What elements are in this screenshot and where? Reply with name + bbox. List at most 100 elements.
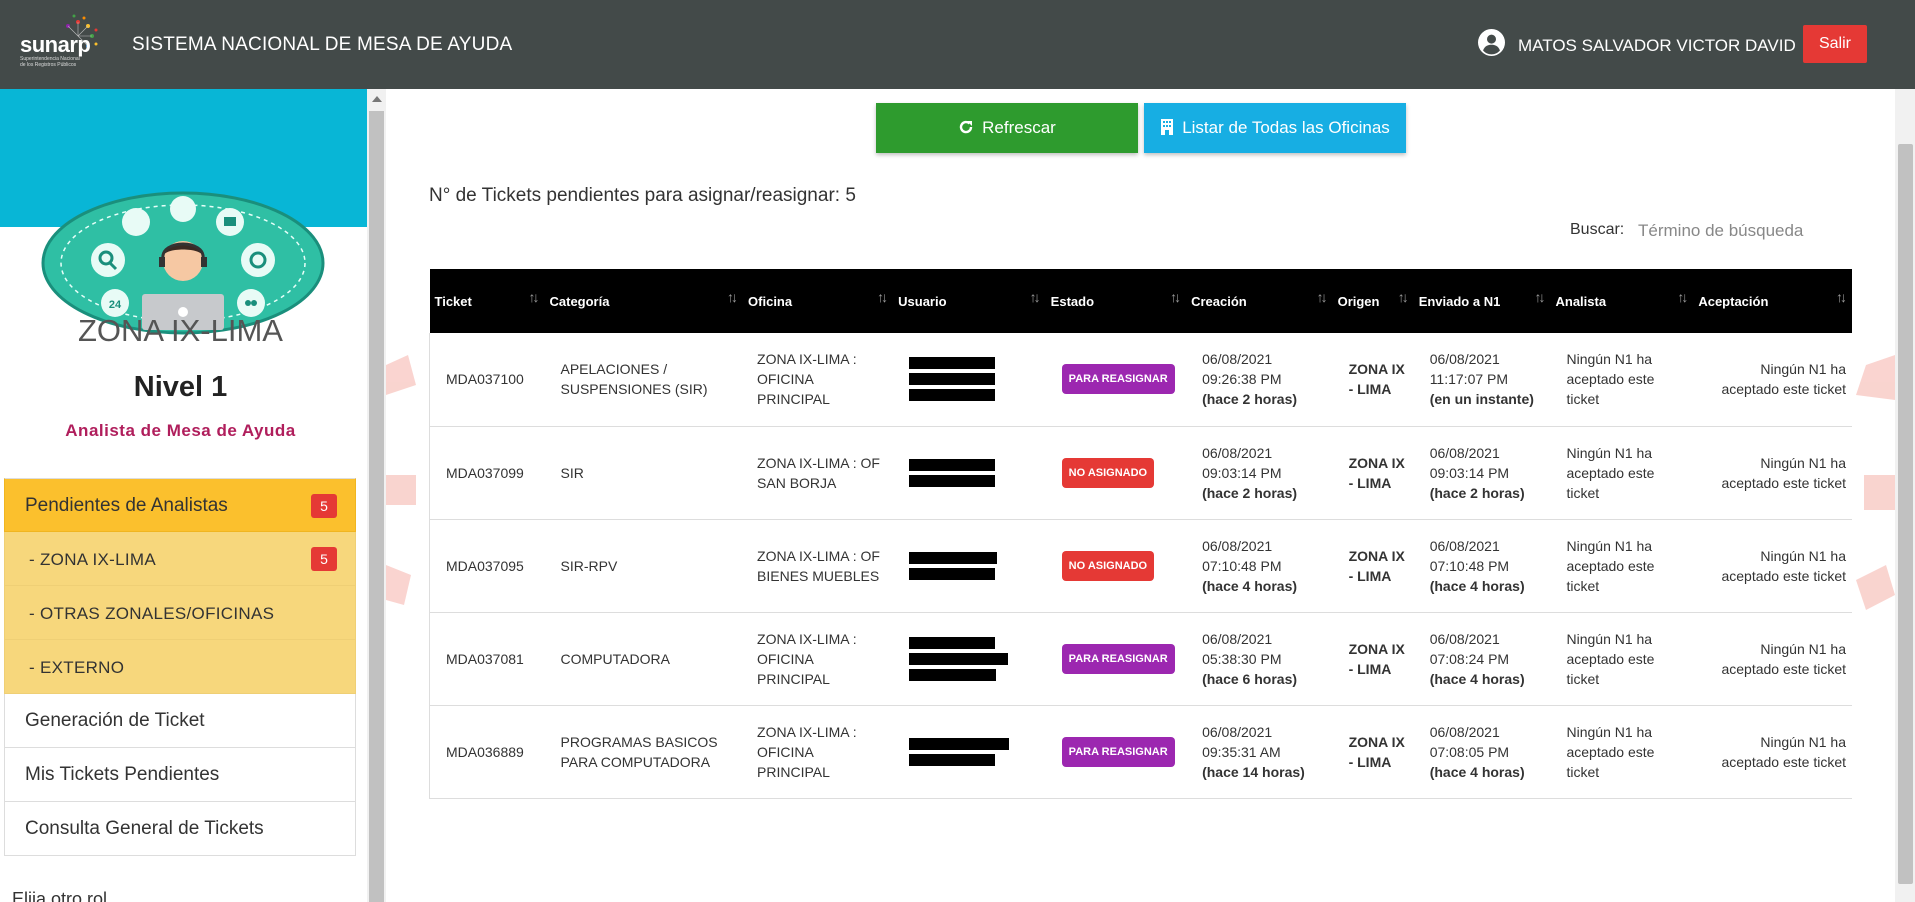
- ticket-status-cell: NO ASIGNADO: [1046, 519, 1186, 612]
- search-label: Buscar:: [1570, 221, 1625, 238]
- menu-item-label: - ZONA IX-LIMA: [29, 550, 156, 569]
- column-header-status[interactable]: Estado ↑↓: [1046, 269, 1186, 333]
- column-header-label: Oficina: [748, 293, 793, 309]
- ticket-id[interactable]: MDA037095: [429, 519, 545, 612]
- sent-datetime: 06/08/2021 07:08:05 PM (hace 4 horas): [1414, 705, 1551, 798]
- top-header: sunarp Superintendencia Nacional de los …: [0, 0, 1915, 89]
- redaction-bar: [909, 357, 996, 370]
- menu-item-ticket-query[interactable]: Consulta General de Tickets: [4, 802, 356, 856]
- sidebar-scrollbar[interactable]: [367, 89, 386, 902]
- role-title: Analista de Mesa de Ayuda: [65, 421, 296, 440]
- column-header-label: Aceptación: [1698, 293, 1769, 309]
- ticket-status-cell: PARA REASIGNAR: [1046, 612, 1186, 705]
- sort-icon[interactable]: ↑↓: [1677, 289, 1688, 305]
- created-time: 09:26:38 PM: [1202, 371, 1282, 388]
- ticket-origin: ZONA IX - LIMA: [1348, 361, 1405, 398]
- ticket-id[interactable]: MDA036889: [429, 705, 545, 798]
- column-header-office[interactable]: Oficina ↑↓: [743, 269, 893, 333]
- menu-item-generate-ticket[interactable]: Generación de Ticket: [4, 694, 356, 748]
- sent-relative: (en un instante): [1429, 391, 1534, 408]
- sort-icon[interactable]: ↑↓: [529, 289, 540, 305]
- created-datetime: 06/08/2021 07:10:48 PM (hace 4 horas): [1186, 519, 1332, 612]
- menu-item-my-pending-tickets[interactable]: Mis Tickets Pendientes: [4, 748, 356, 802]
- ticket-id[interactable]: MDA037100: [429, 333, 545, 426]
- column-header-origin[interactable]: Origen ↑↓: [1333, 269, 1414, 333]
- logo-subtext: Superintendencia Nacional de los Registr…: [20, 56, 80, 68]
- logout-button[interactable]: Salir: [1803, 25, 1867, 63]
- ticket-id[interactable]: MDA037099: [429, 426, 545, 519]
- menu-item-externo[interactable]: - EXTERNO: [4, 640, 356, 694]
- created-time: 09:35:31 AM: [1202, 743, 1281, 760]
- ticket-status-cell: PARA REASIGNAR: [1046, 705, 1186, 798]
- sort-icon[interactable]: ↑↓: [1398, 289, 1409, 305]
- created-datetime: 06/08/2021 05:38:30 PM (hace 6 horas): [1186, 612, 1332, 705]
- sort-icon[interactable]: ↑↓: [1534, 289, 1545, 305]
- redaction-bar: [909, 373, 996, 386]
- sent-datetime: 06/08/2021 11:17:07 PM (en un instante): [1414, 333, 1551, 426]
- column-header-sent-n1[interactable]: Enviado a N1 ↑↓: [1414, 269, 1551, 333]
- created-relative: (hace 6 horas): [1202, 670, 1298, 687]
- sort-icon[interactable]: ↑↓: [727, 289, 738, 305]
- table-row[interactable]: MDA037099 SIR ZONA IX-LIMA : OF SAN BORJ…: [429, 426, 1852, 519]
- sort-icon[interactable]: ↑↓: [1836, 289, 1847, 305]
- column-header-acceptance[interactable]: Aceptación ↑↓: [1693, 269, 1852, 333]
- column-header-label: Analista: [1555, 293, 1607, 309]
- menu-item-label: Generación de Ticket: [25, 710, 205, 731]
- column-header-user[interactable]: Usuario ↑↓: [893, 269, 1046, 333]
- choose-other-role-link[interactable]: Elija otro rol: [12, 889, 107, 902]
- column-header-label: Usuario: [898, 293, 947, 309]
- refresh-button[interactable]: Refrescar: [876, 103, 1138, 153]
- sunarp-logo: sunarp Superintendencia Nacional de los …: [18, 14, 123, 72]
- redaction-bar: [909, 636, 996, 649]
- column-header-created[interactable]: Creación ↑↓: [1186, 269, 1332, 333]
- sent-datetime: 06/08/2021 07:10:48 PM (hace 4 horas): [1414, 519, 1551, 612]
- ticket-category: SIR-RPV: [560, 557, 618, 574]
- status-badge: NO ASIGNADO: [1061, 457, 1155, 488]
- sent-date: 06/08/2021: [1429, 537, 1500, 554]
- menu-item-otras-zonales[interactable]: - OTRAS ZONALES/OFICINAS: [4, 586, 356, 640]
- sent-date: 06/08/2021: [1429, 444, 1500, 461]
- ticket-status-cell: PARA REASIGNAR: [1046, 333, 1186, 426]
- scrollbar-thumb[interactable]: [369, 111, 384, 902]
- ticket-acceptance: Ningún N1 ha aceptado este ticket: [1721, 640, 1846, 677]
- scrollbar-thumb[interactable]: [1898, 144, 1913, 884]
- sort-icon[interactable]: ↑↓: [1317, 289, 1328, 305]
- redaction-bar: [909, 652, 1009, 665]
- ticket-category: PROGRAMAS BASICOS PARA COMPUTADORA: [560, 733, 718, 770]
- main-content: Refrescar Listar de Todas las Oficinas N…: [386, 89, 1895, 902]
- sort-icon[interactable]: ↑↓: [1030, 289, 1041, 305]
- sent-relative: (hace 4 horas): [1429, 577, 1525, 594]
- level-title: Nivel 1: [133, 371, 228, 403]
- ticket-id[interactable]: MDA037081: [429, 612, 545, 705]
- redaction-bar: [909, 474, 996, 487]
- menu-item-zona-ix-lima[interactable]: - ZONA IX-LIMA 5: [4, 532, 356, 586]
- redaction-bar: [909, 458, 996, 471]
- column-header-analyst[interactable]: Analista ↑↓: [1550, 269, 1693, 333]
- list-all-offices-button[interactable]: Listar de Todas las Oficinas: [1144, 103, 1406, 153]
- sent-time: 09:03:14 PM: [1429, 464, 1510, 481]
- created-datetime: 06/08/2021 09:03:14 PM (hace 2 horas): [1186, 426, 1332, 519]
- created-relative: (hace 4 horas): [1202, 577, 1298, 594]
- page-scrollbar[interactable]: [1895, 89, 1915, 902]
- sort-icon[interactable]: ↑↓: [877, 289, 888, 305]
- ticket-office: ZONA IX-LIMA : OF BIENES MUEBLES: [757, 547, 880, 584]
- created-date: 06/08/2021: [1202, 444, 1273, 461]
- ticket-analyst: Ningún N1 ha aceptado este ticket: [1566, 444, 1655, 501]
- table-row[interactable]: MDA036889 PROGRAMAS BASICOS PARA COMPUTA…: [429, 705, 1852, 798]
- column-header-label: Estado: [1050, 293, 1095, 309]
- created-relative: (hace 2 horas): [1202, 484, 1298, 501]
- building-icon: [1161, 119, 1174, 135]
- scroll-up-arrow-icon[interactable]: [372, 96, 382, 102]
- table-row[interactable]: MDA037100 APELACIONES / SUSPENSIONES (SI…: [429, 333, 1852, 426]
- column-header-category[interactable]: Categoría ↑↓: [545, 269, 744, 333]
- account-circle-icon[interactable]: [1478, 29, 1505, 56]
- column-header-ticket[interactable]: Ticket ↑↓: [430, 269, 545, 333]
- table-row[interactable]: MDA037081 COMPUTADORA ZONA IX-LIMA : OFI…: [429, 612, 1852, 705]
- search-input[interactable]: [1636, 213, 1875, 249]
- table-row[interactable]: MDA037095 SIR-RPV ZONA IX-LIMA : OF BIEN…: [429, 519, 1852, 612]
- menu-item-pending-analysts[interactable]: Pendientes de Analistas 5: [4, 478, 356, 532]
- ticket-office: ZONA IX-LIMA : OFICINA PRINCIPAL: [757, 723, 857, 780]
- sort-icon[interactable]: ↑↓: [1170, 289, 1181, 305]
- status-badge: NO ASIGNADO: [1061, 550, 1155, 581]
- app-title: SISTEMA NACIONAL DE MESA DE AYUDA: [132, 34, 513, 55]
